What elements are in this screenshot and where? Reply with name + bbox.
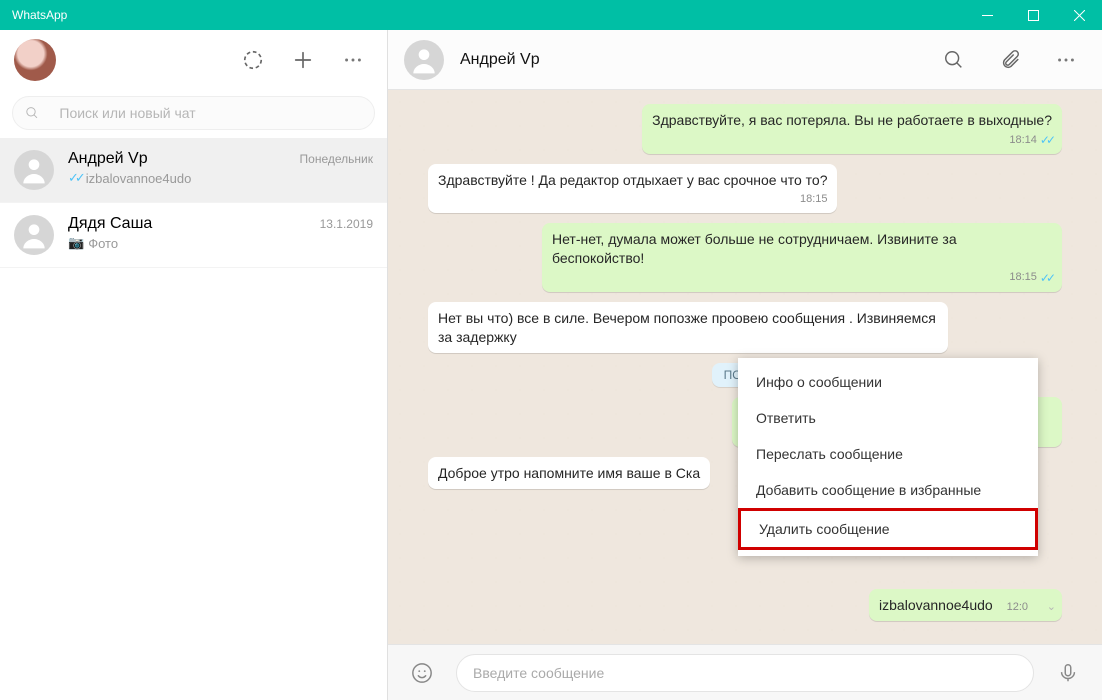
context-menu: Инфо о сообщении Ответить Переслать сооб… <box>738 358 1038 556</box>
my-avatar[interactable] <box>14 39 56 81</box>
message-out[interactable]: Нет-нет, думала может больше не сотрудни… <box>542 223 1062 292</box>
sidebar: Андрей Vp Понедельник ✓✓ izbalovannoe4ud… <box>0 30 388 700</box>
menu-item-favorite[interactable]: Добавить сообщение в избранные <box>738 472 1038 508</box>
sidebar-header <box>0 30 387 90</box>
message-input[interactable]: Введите сообщение <box>456 654 1034 692</box>
message-out[interactable]: Здравствуйте, я вас потеряла. Вы не рабо… <box>642 104 1062 154</box>
maximize-button[interactable] <box>1010 0 1056 30</box>
close-button[interactable] <box>1056 0 1102 30</box>
chat-list: Андрей Vp Понедельник ✓✓ izbalovannoe4ud… <box>0 138 387 700</box>
menu-icon[interactable] <box>333 40 373 80</box>
minimize-button[interactable] <box>964 0 1010 30</box>
chat-menu-icon[interactable] <box>1046 40 1086 80</box>
chat-name: Дядя Саша <box>68 215 152 233</box>
menu-item-reply[interactable]: Ответить <box>738 400 1038 436</box>
message-out[interactable]: izbalovannoe4udo 12:0 ⌄ <box>869 589 1062 621</box>
search-input[interactable] <box>59 105 362 121</box>
message-in[interactable]: Нет вы что) все в силе. Вечером попозже … <box>428 302 948 353</box>
message-in[interactable]: Здравствуйте ! Да редактор отдыхает у ва… <box>428 164 837 213</box>
read-checks-icon: ✓✓ <box>68 170 82 186</box>
menu-item-info[interactable]: Инфо о сообщении <box>738 364 1038 400</box>
chat-header-name[interactable]: Андрей Vp <box>460 51 540 69</box>
menu-item-forward[interactable]: Переслать сообщение <box>738 436 1038 472</box>
chat-preview: ✓✓ izbalovannoe4udo <box>68 170 373 186</box>
contact-avatar <box>14 215 54 255</box>
mic-icon[interactable] <box>1048 653 1088 693</box>
messages-area: Здравствуйте, я вас потеряла. Вы не рабо… <box>388 90 1102 644</box>
chat-panel: Андрей Vp Здравствуйте, я вас потеряла. … <box>388 30 1102 700</box>
chevron-down-icon[interactable]: ⌄ <box>1047 600 1056 615</box>
chat-header: Андрей Vp <box>388 30 1102 90</box>
read-checks-icon: ✓✓ <box>1040 270 1052 286</box>
emoji-icon[interactable] <box>402 653 442 693</box>
chat-preview: 📷 Фото <box>68 235 373 251</box>
chat-name: Андрей Vp <box>68 150 148 168</box>
attach-icon[interactable] <box>990 40 1030 80</box>
chat-list-item[interactable]: Андрей Vp Понедельник ✓✓ izbalovannoe4ud… <box>0 138 387 203</box>
camera-icon: 📷 <box>68 235 84 251</box>
chat-time: 13.1.2019 <box>320 217 373 231</box>
message-in[interactable]: Доброе утро напомните имя ваше в Ска <box>428 457 710 489</box>
new-chat-icon[interactable] <box>283 40 323 80</box>
app-title: WhatsApp <box>12 8 964 22</box>
chat-time: Понедельник <box>300 152 373 166</box>
search-icon <box>25 105 39 121</box>
input-bar: Введите сообщение <box>388 644 1102 700</box>
chat-avatar[interactable] <box>404 40 444 80</box>
app-body: Андрей Vp Понедельник ✓✓ izbalovannoe4ud… <box>0 30 1102 700</box>
chat-search-icon[interactable] <box>934 40 974 80</box>
search-box[interactable] <box>12 96 375 130</box>
menu-item-delete[interactable]: Удалить сообщение <box>738 508 1038 550</box>
titlebar: WhatsApp <box>0 0 1102 30</box>
read-checks-icon: ✓✓ <box>1040 132 1052 148</box>
status-icon[interactable] <box>233 40 273 80</box>
contact-avatar <box>14 150 54 190</box>
search-wrap <box>0 90 387 138</box>
chat-list-item[interactable]: Дядя Саша 13.1.2019 📷 Фото <box>0 203 387 268</box>
